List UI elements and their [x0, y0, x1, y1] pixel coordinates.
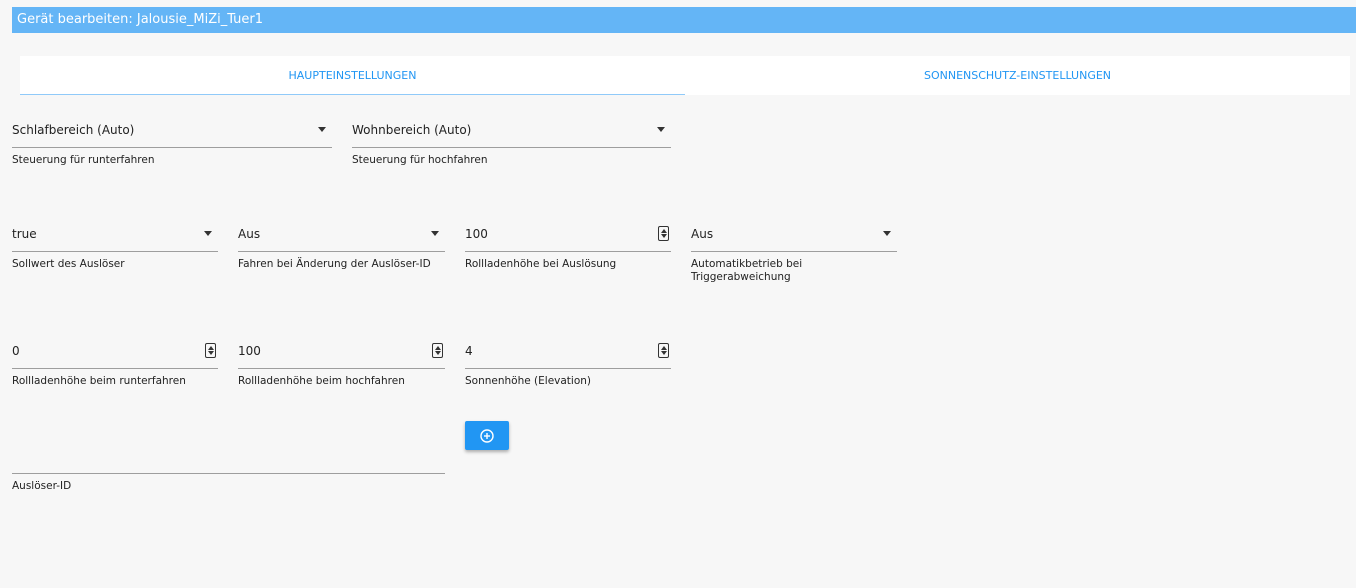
hoehe-runterfahren-value[interactable]: 0: [12, 344, 20, 358]
number-spinner-icon[interactable]: [205, 343, 216, 358]
steuerung-runterfahren-label: Steuerung für runterfahren: [12, 154, 155, 166]
ausloeser-id-label: Auslöser-ID: [12, 480, 72, 492]
fahren-aenderung-label: Fahren bei Änderung der Auslöser-ID: [238, 258, 431, 270]
hoehe-ausloesung-value[interactable]: 100: [465, 227, 488, 241]
dropdown-caret-icon[interactable]: [318, 127, 326, 132]
tab-haupteinstellungen[interactable]: HAUPTEINSTELLUNGEN: [20, 56, 685, 95]
elevation-input[interactable]: 4 Sonnenhöhe (Elevation): [465, 333, 671, 388]
fahren-aenderung-select[interactable]: Aus Fahren bei Änderung der Auslöser-ID: [238, 216, 445, 271]
dropdown-caret-icon[interactable]: [204, 231, 212, 236]
hoehe-ausloesung-label: Rollladenhöhe bei Auslösung: [465, 258, 617, 270]
automatik-select[interactable]: Aus Automatikbetrieb bei Triggerabweichu…: [691, 216, 897, 284]
window-title: Gerät bearbeiten: Jalousie_MiZi_Tuer1: [12, 7, 1356, 33]
tab-sonnenschutz-einstellungen[interactable]: SONNENSCHUTZ-EINSTELLUNGEN: [685, 56, 1350, 95]
sollwert-label: Sollwert des Auslöser: [12, 258, 125, 270]
elevation-value[interactable]: 4: [465, 344, 473, 358]
dropdown-caret-icon[interactable]: [657, 127, 665, 132]
hoehe-hochfahren-input[interactable]: 100 Rollladenhöhe beim hochfahren: [238, 333, 445, 388]
hoehe-runterfahren-input[interactable]: 0 Rollladenhöhe beim runterfahren: [12, 333, 218, 388]
steuerung-runterfahren-select[interactable]: Schlafbereich (Auto) Steuerung für runte…: [12, 112, 332, 167]
automatik-value: Aus: [691, 226, 714, 241]
elevation-label: Sonnenhöhe (Elevation): [465, 375, 592, 387]
number-spinner-icon[interactable]: [658, 343, 669, 358]
hoehe-hochfahren-label: Rollladenhöhe beim hochfahren: [238, 375, 405, 387]
steuerung-runterfahren-value: Schlafbereich (Auto): [12, 122, 135, 137]
sollwert-value: true: [12, 226, 37, 241]
tab-bar: HAUPTEINSTELLUNGEN SONNENSCHUTZ-EINSTELL…: [20, 56, 1350, 95]
hoehe-hochfahren-value[interactable]: 100: [238, 344, 261, 358]
sollwert-select[interactable]: true Sollwert des Auslöser: [12, 216, 218, 271]
automatik-label: Automatikbetrieb bei Triggerabweichung: [691, 258, 803, 283]
number-spinner-icon[interactable]: [432, 343, 443, 358]
number-spinner-icon[interactable]: [658, 226, 669, 241]
hoehe-ausloesung-input[interactable]: 100 Rollladenhöhe bei Auslösung: [465, 216, 671, 271]
dropdown-caret-icon[interactable]: [431, 231, 439, 236]
fahren-aenderung-value: Aus: [238, 226, 261, 241]
steuerung-hochfahren-label: Steuerung für hochfahren: [352, 154, 488, 166]
add-circle-icon: [480, 428, 494, 443]
add-button[interactable]: [465, 421, 509, 450]
steuerung-hochfahren-value: Wohnbereich (Auto): [352, 122, 472, 137]
dropdown-caret-icon[interactable]: [883, 231, 891, 236]
steuerung-hochfahren-select[interactable]: Wohnbereich (Auto) Steuerung für hochfah…: [352, 112, 671, 167]
ausloeser-id-input[interactable]: Auslöser-ID: [12, 438, 445, 493]
hoehe-runterfahren-label: Rollladenhöhe beim runterfahren: [12, 375, 186, 387]
